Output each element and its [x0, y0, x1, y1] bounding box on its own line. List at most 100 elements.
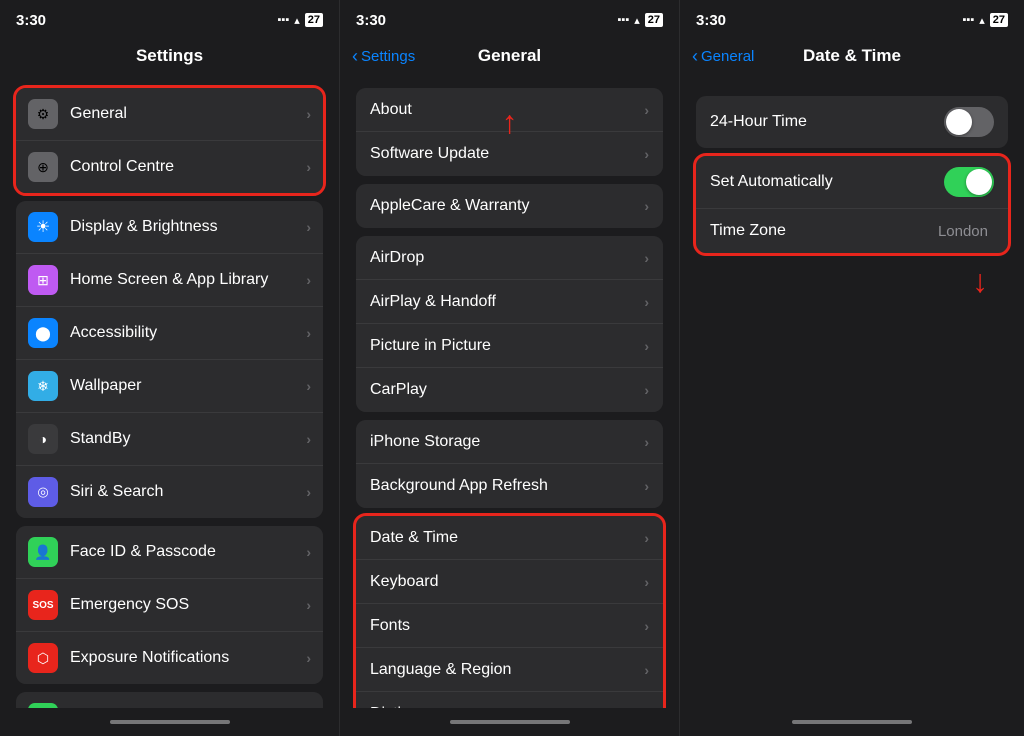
nav-bar-1: Settings — [0, 36, 339, 80]
label-carplay: CarPlay — [370, 381, 644, 399]
exposure-icon: ⬡ — [28, 643, 58, 673]
row-display[interactable]: ☀ Display & Brightness › — [16, 201, 323, 254]
nav-bar-3: ‹ General Date & Time — [680, 36, 1024, 80]
row-standby[interactable]: ◑ StandBy › — [16, 413, 323, 466]
row-dictionary[interactable]: Dictionary › — [356, 692, 663, 708]
chevron-display: › — [306, 219, 311, 235]
panel-settings: 3:30 ▪▪▪ ▴ 27 Settings ⚙ General › ⊕ Con… — [0, 0, 340, 736]
label-timezone: Time Zone — [710, 222, 938, 240]
siri-icon: ◎ — [28, 477, 58, 507]
row-langregion[interactable]: Language & Region › — [356, 648, 663, 692]
section-group-general: ⚙ General › ⊕ Control Centre › — [16, 88, 323, 193]
label-24hour: 24-Hour Time — [710, 113, 944, 131]
row-label-sos: Emergency SOS — [70, 596, 306, 614]
status-time-1: 3:30 — [16, 12, 46, 29]
wifi-icon-3: ▴ — [979, 14, 985, 27]
toggle-24hour[interactable] — [944, 107, 994, 137]
row-label-standby: StandBy — [70, 430, 306, 448]
panel-general: 3:30 ▪▪▪ ▴ 27 ‹ Settings General About ›… — [340, 0, 680, 736]
status-icons-3: ▪▪▪ ▴ 27 — [963, 13, 1008, 27]
home-bar-1 — [110, 720, 230, 724]
home-indicator-1 — [0, 708, 339, 736]
toggle-thumb-setauto — [966, 169, 992, 195]
nav-back-label-2: Settings — [361, 48, 415, 65]
battery-icon-1: 27 — [305, 13, 323, 27]
row-storage[interactable]: iPhone Storage › — [356, 420, 663, 464]
group-applecare: AppleCare & Warranty › — [356, 184, 663, 228]
row-label-accessibility: Accessibility — [70, 324, 306, 342]
row-fonts[interactable]: Fonts › — [356, 604, 663, 648]
row-sos[interactable]: SOS Emergency SOS › — [16, 579, 323, 632]
row-airplay[interactable]: AirPlay & Handoff › — [356, 280, 663, 324]
row-battery[interactable]: 🔋 Battery › — [16, 692, 323, 708]
status-time-2: 3:30 — [356, 12, 386, 29]
toggle-thumb-24hour — [946, 109, 972, 135]
chevron-keyboard: › — [644, 574, 649, 590]
label-applecare: AppleCare & Warranty — [370, 197, 644, 215]
nav-back-3[interactable]: ‹ General — [692, 47, 754, 65]
row-homescreen[interactable]: ⊞ Home Screen & App Library › — [16, 254, 323, 307]
row-pip[interactable]: Picture in Picture › — [356, 324, 663, 368]
row-exposure[interactable]: ⬡ Exposure Notifications › — [16, 632, 323, 684]
chevron-airplay: › — [644, 294, 649, 310]
wifi-icon-1: ▴ — [294, 14, 300, 27]
chevron-airdrop: › — [644, 250, 649, 266]
chevron-bgrefresh: › — [644, 478, 649, 494]
standby-icon: ◑ — [28, 424, 58, 454]
row-label-general: General — [70, 105, 306, 123]
row-carplay[interactable]: CarPlay › — [356, 368, 663, 412]
row-applecare[interactable]: AppleCare & Warranty › — [356, 184, 663, 228]
nav-title-1: Settings — [136, 46, 203, 66]
chevron-storage: › — [644, 434, 649, 450]
sos-icon: SOS — [28, 590, 58, 620]
signal-icon-2: ▪▪▪ — [618, 14, 630, 26]
settings-list-1: ⚙ General › ⊕ Control Centre › ☀ Display… — [0, 80, 339, 708]
group-airdrop: AirDrop › AirPlay & Handoff › Picture in… — [356, 236, 663, 412]
row-general[interactable]: ⚙ General › — [16, 88, 323, 141]
display-icon: ☀ — [28, 212, 58, 242]
wifi-icon-2: ▴ — [634, 14, 640, 27]
row-siri[interactable]: ◎ Siri & Search › — [16, 466, 323, 518]
chevron-siri: › — [306, 484, 311, 500]
general-icon: ⚙ — [28, 99, 58, 129]
row-controlcentre[interactable]: ⊕ Control Centre › — [16, 141, 323, 193]
row-bgrefresh[interactable]: Background App Refresh › — [356, 464, 663, 508]
wallpaper-icon: ❄ — [28, 371, 58, 401]
row-timezone[interactable]: Time Zone London — [696, 209, 1008, 253]
row-label-siri: Siri & Search — [70, 483, 306, 501]
chevron-faceid: › — [306, 544, 311, 560]
label-keyboard: Keyboard — [370, 573, 644, 591]
homescreen-icon: ⊞ — [28, 265, 58, 295]
chevron-applecare: › — [644, 198, 649, 214]
section-group-display: ☀ Display & Brightness › ⊞ Home Screen &… — [16, 201, 323, 518]
row-accessibility[interactable]: ⬤ Accessibility › — [16, 307, 323, 360]
row-24hour[interactable]: 24-Hour Time — [696, 96, 1008, 148]
row-label-homescreen: Home Screen & App Library — [70, 271, 306, 289]
toggle-setauto[interactable] — [944, 167, 994, 197]
chevron-controlcentre: › — [306, 159, 311, 175]
group-datetime: Date & Time › Keyboard › Fonts › Languag… — [356, 516, 663, 708]
row-faceid[interactable]: 👤 Face ID & Passcode › — [16, 526, 323, 579]
back-chevron-3: ‹ — [692, 47, 698, 65]
label-softwareupdate: Software Update — [370, 145, 644, 163]
signal-icon-3: ▪▪▪ — [963, 14, 975, 26]
chevron-langregion: › — [644, 662, 649, 678]
nav-back-2[interactable]: ‹ Settings — [352, 47, 415, 65]
settings-list-3: 24-Hour Time Set Automatically Time Zone… — [680, 80, 1024, 708]
row-setauto[interactable]: Set Automatically — [696, 156, 1008, 209]
nav-back-label-3: General — [701, 48, 754, 65]
chevron-sos: › — [306, 597, 311, 613]
row-airdrop[interactable]: AirDrop › — [356, 236, 663, 280]
row-keyboard[interactable]: Keyboard › — [356, 560, 663, 604]
row-wallpaper[interactable]: ❄ Wallpaper › — [16, 360, 323, 413]
row-datetime[interactable]: Date & Time › — [356, 516, 663, 560]
controlcentre-icon: ⊕ — [28, 152, 58, 182]
row-label-controlcentre: Control Centre — [70, 158, 306, 176]
label-bgrefresh: Background App Refresh — [370, 477, 644, 495]
row-label-exposure: Exposure Notifications — [70, 649, 306, 667]
status-bar-3: 3:30 ▪▪▪ ▴ 27 — [680, 0, 1024, 36]
nav-title-2: General — [478, 46, 541, 66]
status-bar-2: 3:30 ▪▪▪ ▴ 27 — [340, 0, 679, 36]
label-langregion: Language & Region — [370, 661, 644, 679]
status-icons-1: ▪▪▪ ▴ 27 — [278, 13, 323, 27]
